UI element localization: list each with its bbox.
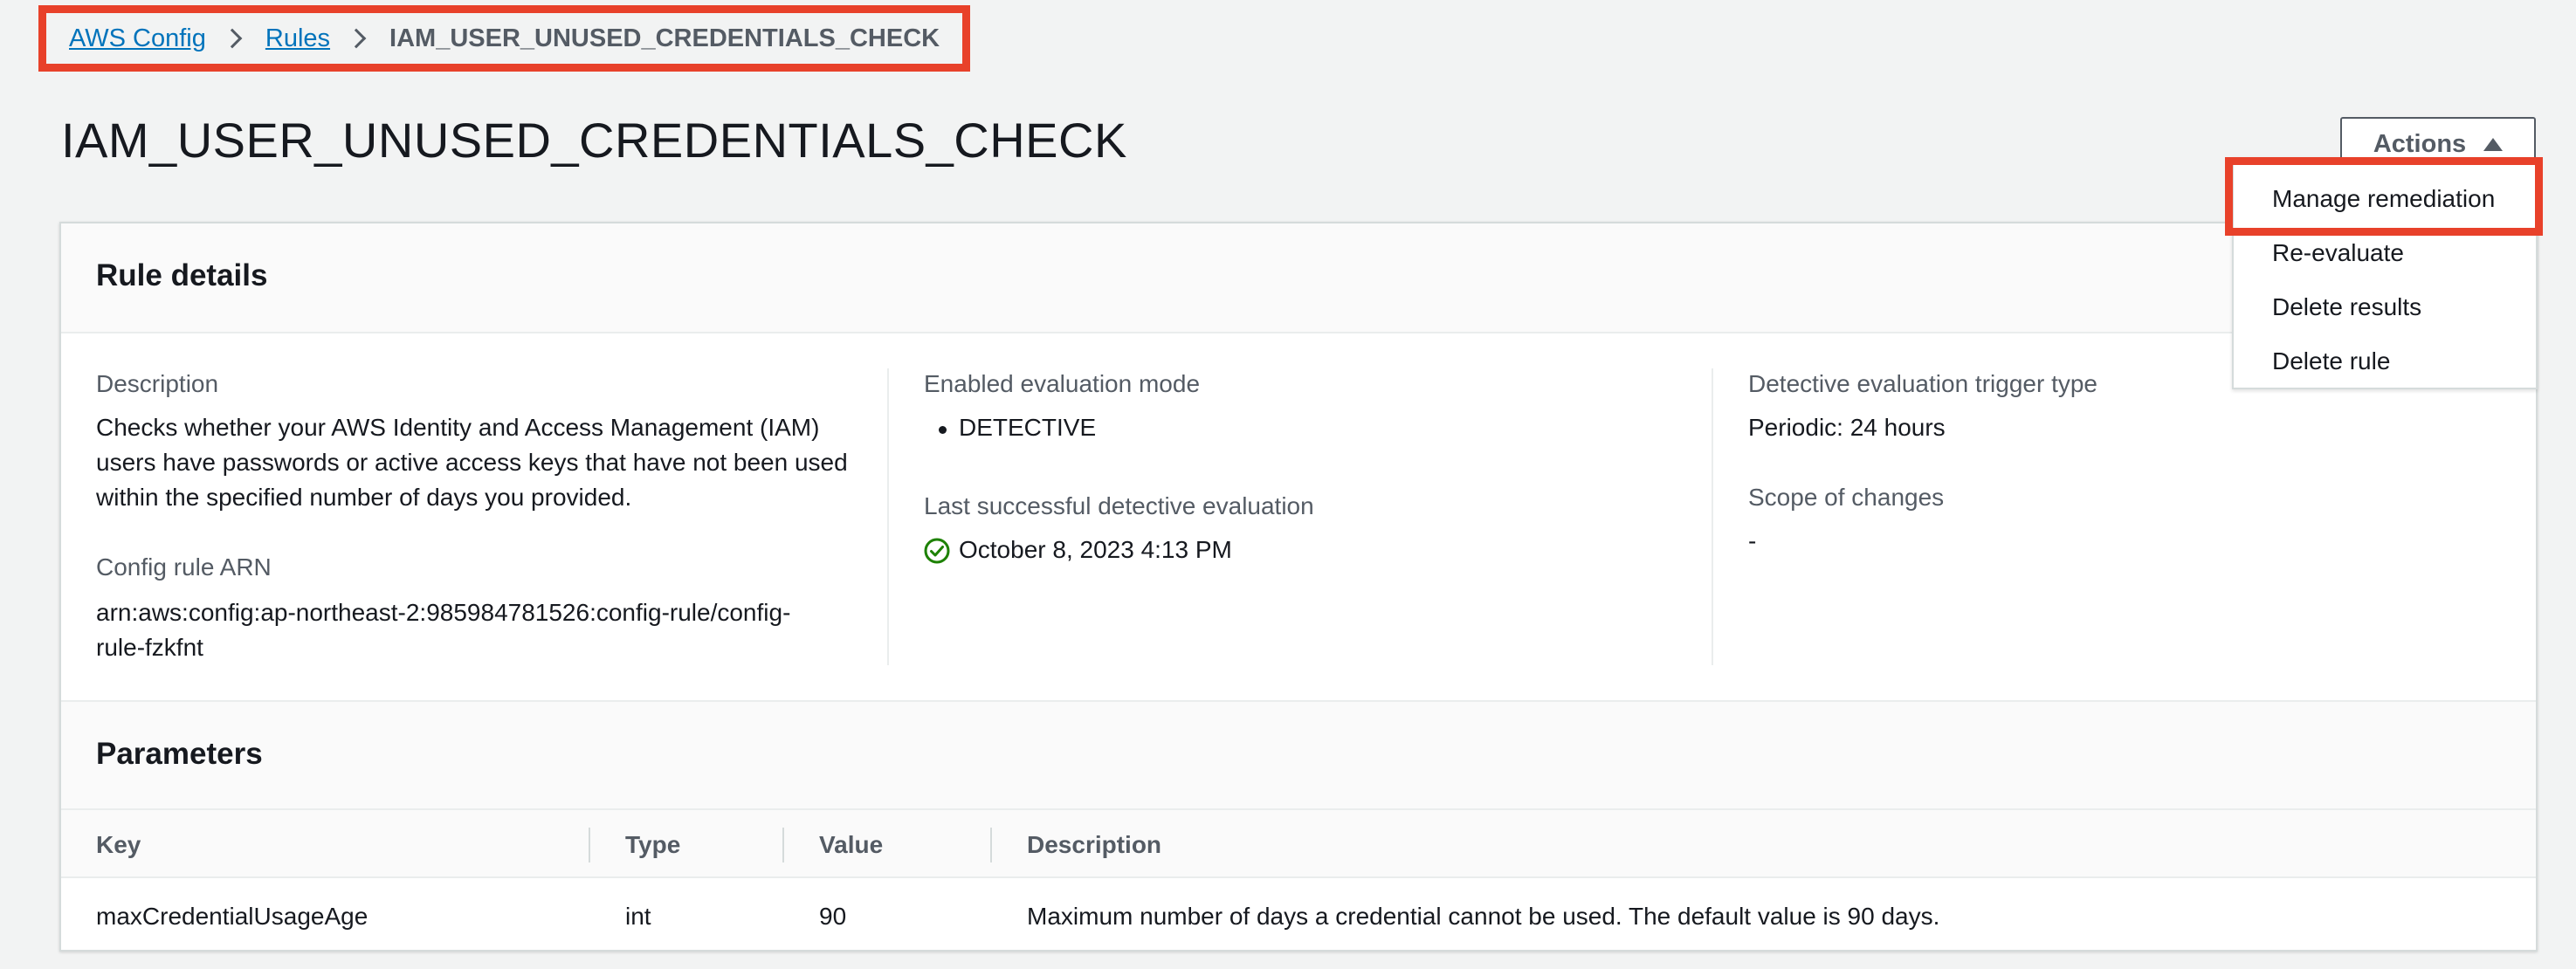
param-value: 90 xyxy=(819,903,847,930)
menu-item-re-evaluate[interactable]: Re-evaluate xyxy=(2272,239,2404,267)
column-header-type[interactable]: Type xyxy=(625,831,680,859)
breadcrumb-link-rules[interactable]: Rules xyxy=(265,24,330,53)
actions-button-label: Actions xyxy=(2373,129,2467,158)
column-separator xyxy=(990,828,992,862)
breadcrumb: AWS Config Rules IAM_USER_UNUSED_CREDENT… xyxy=(38,5,971,72)
page-title: IAM_USER_UNUSED_CREDENTIALS_CHECK xyxy=(61,113,1127,168)
column-separator xyxy=(589,828,590,862)
rule-panel: Rule details Description Checks whether … xyxy=(59,222,2538,952)
description-line-2: users have passwords or active access ke… xyxy=(96,449,848,476)
column-divider xyxy=(887,368,889,665)
rule-details-header: Rule details xyxy=(61,223,2536,333)
param-key: maxCredentialUsageAge xyxy=(96,903,368,930)
column-divider xyxy=(1712,368,1713,665)
config-rule-arn-line-2: rule-fzkfnt xyxy=(96,634,203,661)
column-header-key[interactable]: Key xyxy=(96,831,141,859)
config-rule-arn-line-1: arn:aws:config:ap-northeast-2:9859847815… xyxy=(96,599,791,626)
evaluation-mode-value: DETECTIVE xyxy=(959,414,1097,441)
highlight-annotation xyxy=(2225,157,2543,236)
description-line-1: Checks whether your AWS Identity and Acc… xyxy=(96,414,820,441)
scope-of-changes-label: Scope of changes xyxy=(1748,484,1945,511)
chevron-right-icon xyxy=(346,28,367,49)
menu-item-delete-results[interactable]: Delete results xyxy=(2272,293,2421,321)
param-type: int xyxy=(625,903,651,930)
evaluation-mode-label: Enabled evaluation mode xyxy=(924,370,1201,397)
config-rule-arn-label: Config rule ARN xyxy=(96,553,272,581)
parameters-header: Parameters xyxy=(61,700,2536,808)
trigger-type-label: Detective evaluation trigger type xyxy=(1748,370,2097,397)
scope-of-changes-value: - xyxy=(1748,527,1757,554)
last-evaluation-label: Last successful detective evaluation xyxy=(924,492,1314,519)
column-header-value[interactable]: Value xyxy=(819,831,883,859)
param-description: Maximum number of days a credential cann… xyxy=(1027,903,1940,930)
last-evaluation-value: October 8, 2023 4:13 PM xyxy=(959,536,1232,563)
bullet-icon xyxy=(939,426,947,434)
rule-details-title: Rule details xyxy=(96,258,268,292)
parameters-title: Parameters xyxy=(96,737,263,771)
column-header-description[interactable]: Description xyxy=(1027,831,1161,859)
column-separator xyxy=(782,828,784,862)
description-label: Description xyxy=(96,370,219,397)
description-line-3: within the specified number of days you … xyxy=(96,484,632,511)
success-check-icon xyxy=(924,538,950,564)
caret-up-icon xyxy=(2483,137,2504,151)
chevron-right-icon xyxy=(222,28,243,49)
menu-item-delete-rule[interactable]: Delete rule xyxy=(2272,347,2390,375)
parameters-table-header: Key Type Value Description xyxy=(61,808,2536,878)
trigger-type-value: Periodic: 24 hours xyxy=(1748,414,1946,441)
breadcrumb-link-aws-config[interactable]: AWS Config xyxy=(69,24,206,53)
breadcrumb-current: IAM_USER_UNUSED_CREDENTIALS_CHECK xyxy=(389,24,940,52)
